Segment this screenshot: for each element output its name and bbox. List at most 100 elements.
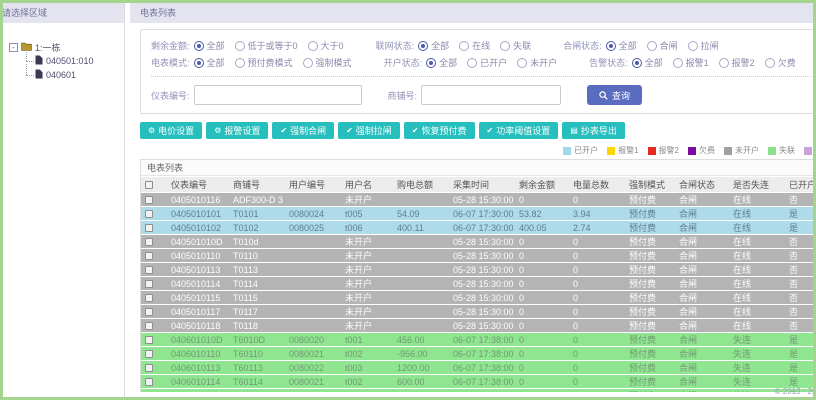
radio-option[interactable]: 全部 [193,39,225,52]
row-checkbox[interactable] [145,210,153,219]
table-cell [393,193,449,206]
radio-icon[interactable] [687,40,698,51]
toolbar-button-1[interactable]: ⚙ 电价设置 [140,122,203,139]
radio-icon[interactable] [517,57,528,68]
tree-leaf-label[interactable]: 040501:010 [46,56,94,66]
toolbar-button-2[interactable]: ⚙ 报警设置 [206,122,269,139]
tree-leaf-node[interactable]: 040601 [23,64,120,82]
meter-no-input[interactable] [193,85,362,105]
query-button[interactable]: 查询 [587,85,643,105]
radio-option-label: 全部 [618,41,637,51]
table-cell: t006 [341,221,393,234]
table-row[interactable]: 0405010116 ADF300-D 3 未开户 05-28 15:30:00 0 0 预… [141,193,813,206]
table-row[interactable]: 0405010102 T0102 0080025 t006 400.11 06-07 17… [141,221,813,234]
table-row[interactable]: 040501010D T010d 未开户 05-28 15:30:00 0 0 预付费 合闸在… [141,235,813,248]
row-checkbox[interactable] [145,224,153,233]
tree-root-label[interactable]: 1:一栋 [35,41,61,54]
table-row[interactable]: 0405010110 T0110 未开户 05-28 15:30:00 0 0 预付费 合闸在… [141,249,813,262]
table-row[interactable]: 0405010115 T0115 未开户 05-28 15:30:00 0 0 预付费 合闸在… [141,291,813,304]
radio-option[interactable]: 全部 [193,56,225,69]
radio-icon[interactable] [764,57,775,68]
table-cell: 合闸 [675,291,729,304]
toolbar-button-3[interactable]: ✔ 强制合闸 [272,122,335,139]
table-row[interactable]: 0406010113 T60113 0080022 t003 1200.00 06-07 … [141,361,813,374]
radio-icon[interactable] [672,57,683,68]
radio-option[interactable]: 报警1 [672,56,709,69]
toolbar-button-6[interactable]: ✔ 功率阈值设置 [478,122,559,139]
radio-selected-icon[interactable] [631,57,642,68]
radio-option[interactable]: 大于0 [307,39,344,52]
radio-icon[interactable] [307,40,318,51]
table-row[interactable]: 0406010115T601150080023t0042444.0006-07 … [141,389,813,392]
tree-leaf-label[interactable]: 040601 [46,70,76,80]
table-row[interactable]: 0405010114 T0114 未开户 05-28 15:30:00 0 0 预付费 合闸在… [141,277,813,290]
table-row[interactable]: 0405010101 T0101 0080024 t005 54.09 06-07 17:… [141,207,813,220]
toolbar-button-4[interactable]: ✔ 强制拉闸 [338,122,400,139]
radio-icon[interactable] [459,40,470,51]
row-checkbox[interactable] [145,266,153,275]
radio-icon[interactable] [467,57,478,68]
radio-option[interactable]: 欠费 [764,56,796,69]
column-header: 商铺号 [229,177,285,192]
row-checkbox[interactable] [145,196,153,205]
filter-group: 剩余金额: 全部 低于或等于0 大于0 [151,39,354,52]
toolbar-button-5[interactable]: ✔ 恢复预付费 [403,122,475,139]
table-row[interactable]: 0406010114 T60114 0080021 t002 600.00 06-07 1… [141,375,813,388]
radio-icon[interactable] [718,57,729,68]
radio-icon[interactable] [646,40,657,51]
row-checkbox[interactable] [145,378,153,387]
radio-icon[interactable] [234,40,245,51]
table-row[interactable]: 0405010117 T0117 未开户 05-28 15:30:00 0 0 预付费 合闸在… [141,305,813,318]
tree-collapse-icon[interactable]: - [9,43,18,52]
filter-group-label: 联网状态: [375,41,415,51]
radio-selected-icon[interactable] [193,40,204,51]
radio-option[interactable]: 报警2 [718,56,755,69]
radio-icon[interactable] [234,57,245,68]
select-all-checkbox[interactable] [145,181,153,190]
radio-option[interactable]: 失联 [500,39,531,52]
row-checkbox[interactable] [145,308,153,317]
radio-selected-icon[interactable] [193,57,204,68]
radio-option[interactable]: 合闸 [646,39,678,52]
table-cell: 0 [569,305,625,318]
radio-selected-icon[interactable] [418,40,429,51]
row-checkbox[interactable] [145,238,153,247]
toolbar-button-7[interactable]: ▤ 抄表导出 [562,122,625,139]
radio-option[interactable]: 强制模式 [302,56,352,69]
radio-option-label: 欠费 [777,58,796,68]
row-checkbox[interactable] [145,280,153,289]
row-checkbox[interactable] [145,252,153,261]
table-row[interactable]: 0405010118 T0118 未开户 05-28 15:30:00 0 0 预付费 合闸在… [141,319,813,332]
meter-table-box: 电表列表 仪表编号 商铺号 用户编号 用户名 购电总额 采集时间 剩余金额 电量总数 强制模式合… [140,159,813,392]
table-cell: 0 [569,277,625,290]
table-row[interactable]: 0406010110 T60110 0080021 t002 -956.00 06-07 … [141,347,813,360]
row-checkbox[interactable] [145,336,153,345]
table-cell: 0 [569,193,625,206]
radio-option-label: 报警1 [685,58,709,68]
radio-option[interactable]: 已开户 [467,56,507,69]
row-checkbox[interactable] [145,294,153,303]
radio-option[interactable]: 拉闸 [687,39,719,52]
column-header: 用户名 [341,177,393,192]
radio-icon[interactable] [302,57,313,68]
shop-no-input[interactable] [421,85,562,105]
radio-option[interactable]: 全部 [418,39,449,52]
radio-option[interactable]: 全部 [605,39,637,52]
radio-option[interactable]: 低于或等于0 [234,39,298,52]
row-checkbox[interactable] [145,322,153,331]
radio-selected-icon[interactable] [426,57,437,68]
row-checkbox[interactable] [145,350,153,359]
table-cell: T010d [229,235,285,248]
radio-option[interactable]: 全部 [426,56,457,69]
radio-selected-icon[interactable] [605,40,616,51]
toolbar-button-label: 功率阈值设置 [496,126,551,136]
table-row[interactable]: 040601010D T6010D 0080020 t001 456.00 06-07 1… [141,333,813,346]
radio-option[interactable]: 全部 [631,56,663,69]
radio-option[interactable]: 未开户 [517,56,557,69]
table-row[interactable]: 0405010113 T0113 未开户 05-28 15:30:00 0 0 预付费 合闸在… [141,263,813,276]
row-checkbox[interactable] [145,364,153,373]
tree-leaf-node[interactable]: 040501:010 [23,50,120,68]
radio-option[interactable]: 预付费模式 [234,56,293,69]
radio-icon[interactable] [500,40,511,51]
radio-option[interactable]: 在线 [459,39,490,52]
